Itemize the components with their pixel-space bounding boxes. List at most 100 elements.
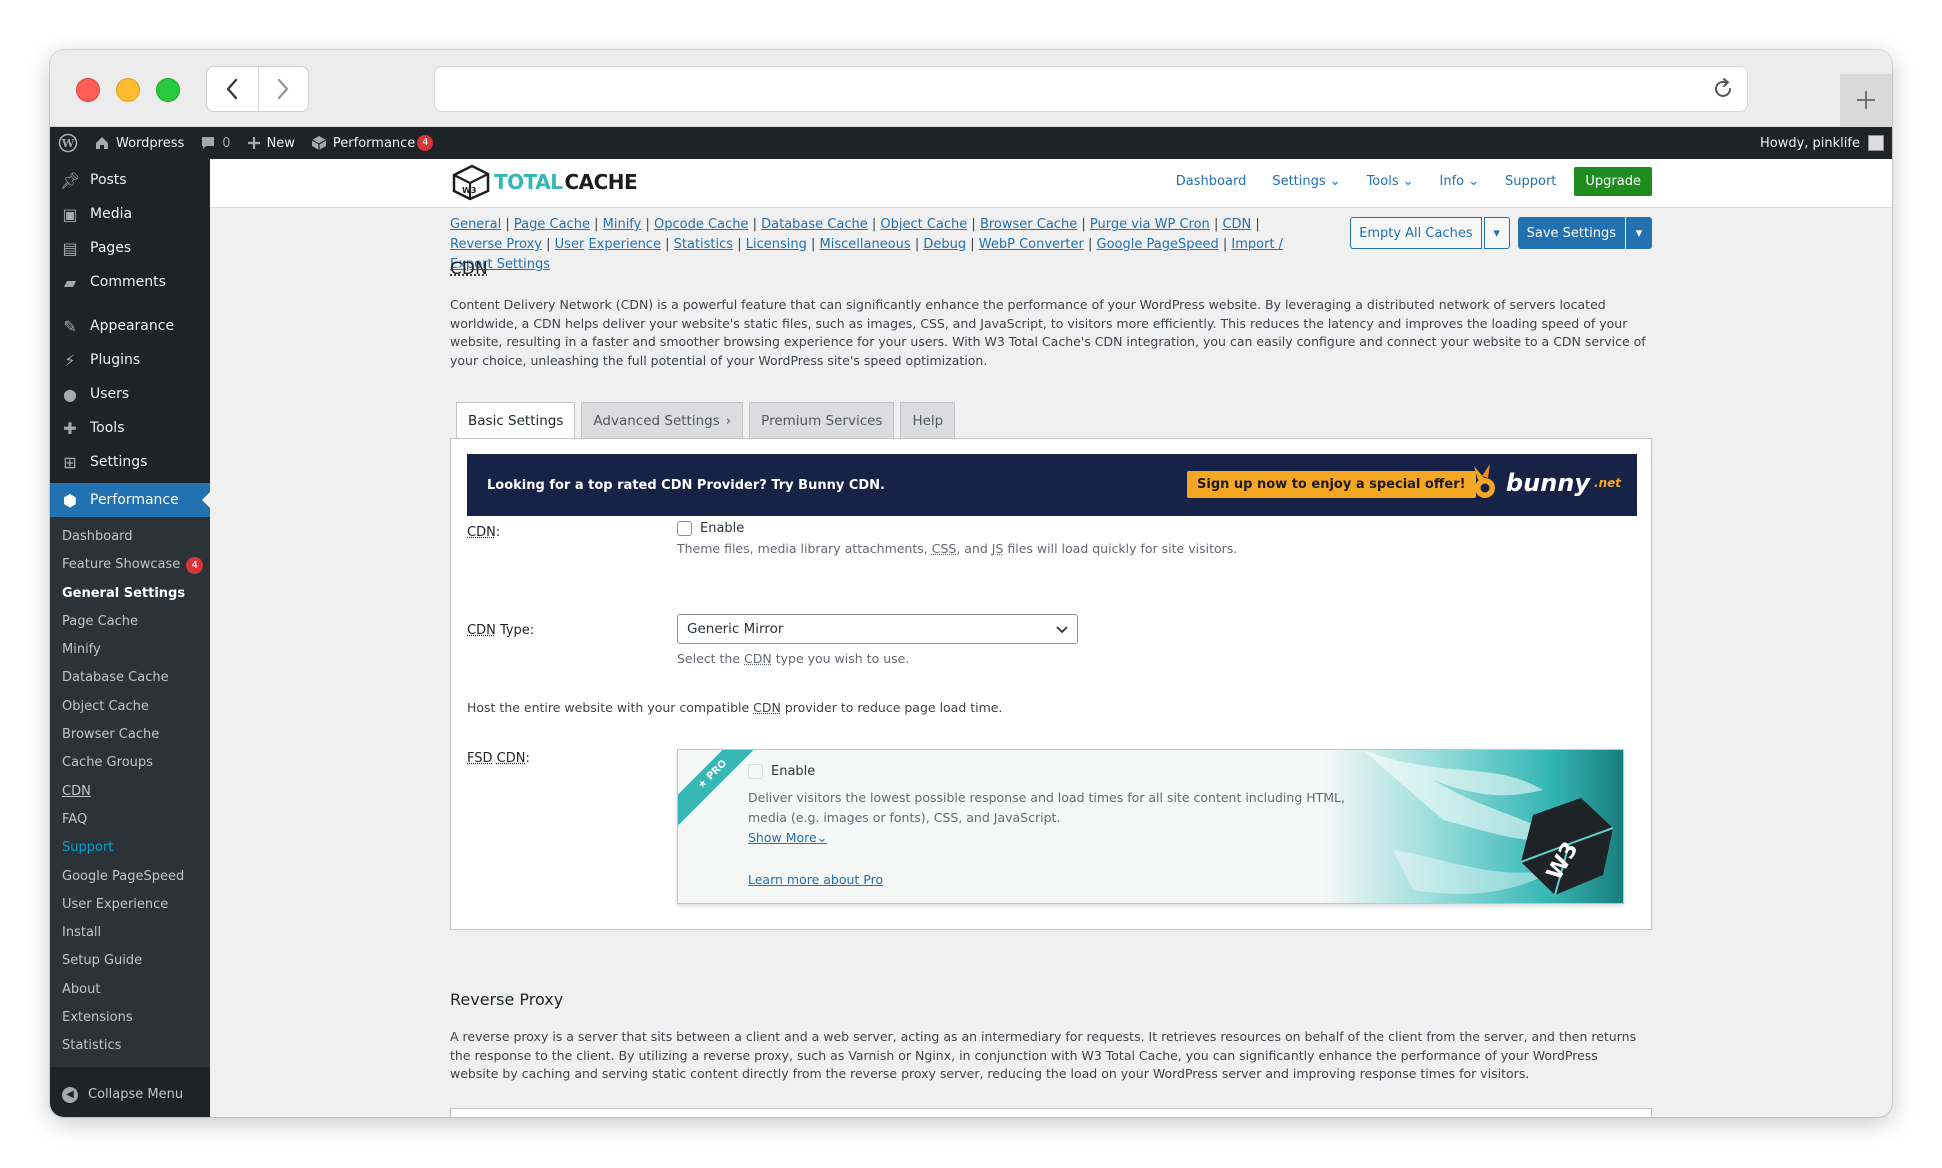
site-name-menu[interactable]: Wordpress (86, 127, 192, 159)
upgrade-button[interactable]: Upgrade (1574, 167, 1652, 196)
submenu-faq[interactable]: FAQ (50, 806, 210, 834)
submenu-about[interactable]: About (50, 976, 210, 1004)
submenu-page-cache[interactable]: Page Cache (50, 608, 210, 636)
chevron-down-icon (1055, 621, 1069, 641)
submenu-statistics[interactable]: Statistics (50, 1032, 210, 1060)
save-settings-dropdown-toggle[interactable]: ▾ (1626, 217, 1652, 249)
tab-basic-settings[interactable]: Basic Settings (456, 402, 576, 439)
nav-tools[interactable]: Tools ⌄ (1354, 174, 1427, 189)
chevron-down-icon: ⌄ (1468, 174, 1480, 189)
minimize-window-button[interactable] (116, 78, 140, 102)
link-user-experience-a[interactable]: User (555, 237, 585, 252)
caret-down-icon: ▾ (1635, 225, 1643, 241)
submenu-cache-groups[interactable]: Cache Groups (50, 749, 210, 777)
menu-item-performance[interactable]: ⬢ Performance (50, 483, 210, 517)
svg-text:W: W (61, 137, 75, 150)
page-actions: Empty All Caches ▾ Save Settings ▾ (1350, 217, 1652, 249)
menu-item-users[interactable]: ● Users (50, 377, 210, 411)
save-settings-button[interactable]: Save Settings (1517, 217, 1625, 249)
menu-item-comments[interactable]: ▰ Comments (50, 265, 210, 299)
reverse-proxy-heading: Reverse Proxy (450, 990, 564, 1009)
nav-info[interactable]: Info ⌄ (1427, 174, 1493, 189)
my-account-menu[interactable]: Howdy, pinklife (1760, 135, 1892, 151)
submenu-support[interactable]: Support (50, 834, 210, 862)
fsd-enable-checkbox[interactable] (748, 764, 763, 779)
settings-tabs: Basic Settings Advanced Settings › Premiu… (456, 402, 956, 439)
submenu-minify[interactable]: Minify (50, 636, 210, 664)
nav-settings[interactable]: Settings ⌄ (1259, 174, 1353, 189)
tab-help[interactable]: Help (900, 402, 956, 438)
wp-logo-menu[interactable]: W (50, 127, 86, 159)
submenu-install[interactable]: Install (50, 919, 210, 947)
collapse-arrow-icon: ◀ (62, 1086, 78, 1103)
cdn-enable-checkbox[interactable] (677, 521, 692, 536)
submenu-setup-guide[interactable]: Setup Guide (50, 947, 210, 975)
back-button[interactable] (207, 67, 258, 111)
svg-text:W3: W3 (462, 186, 476, 195)
link-licensing[interactable]: Licensing (746, 237, 807, 252)
browser-toolbar (50, 50, 1892, 127)
close-window-button[interactable] (76, 78, 100, 102)
tab-advanced-settings[interactable]: Advanced Settings › (581, 402, 744, 438)
address-bar[interactable] (434, 66, 1748, 112)
submenu-object-cache[interactable]: Object Cache (50, 693, 210, 721)
zoom-window-button[interactable] (156, 78, 180, 102)
collapse-menu-button[interactable]: ◀ Collapse Menu (50, 1075, 210, 1115)
link-user-experience-b[interactable]: Experience (588, 237, 661, 252)
link-miscellaneous[interactable]: Miscellaneous (820, 237, 911, 252)
link-purge-via-wp-cron[interactable]: Purge via WP Cron (1090, 217, 1210, 232)
submenu-dashboard[interactable]: Dashboard (50, 523, 210, 551)
link-webp-converter[interactable]: WebP Converter (979, 237, 1084, 252)
submenu-database-cache[interactable]: Database Cache (50, 664, 210, 692)
learn-more-pro-link[interactable]: Learn more about Pro (748, 872, 883, 887)
performance-submenu: Dashboard Feature Showcase 4 General Sett… (50, 517, 210, 1067)
link-debug[interactable]: Debug (923, 237, 966, 252)
fsd-enable-label: Enable (771, 764, 816, 779)
plugin-icon: ⚡︎ (64, 350, 76, 370)
w3-cube-icon (311, 136, 327, 150)
link-object-cache[interactable]: Object Cache (880, 217, 967, 232)
show-more-link[interactable]: Show More⌄ (748, 830, 827, 845)
submenu-feature-showcase[interactable]: Feature Showcase 4 (50, 551, 210, 579)
w3-flame-cube-art: W3 (1323, 750, 1623, 903)
menu-item-plugins[interactable]: ⚡︎ Plugins (50, 343, 210, 377)
link-page-cache[interactable]: Page Cache (514, 217, 590, 232)
performance-menu[interactable]: Performance 4 (303, 127, 441, 159)
submenu-general-settings[interactable]: General Settings (50, 580, 210, 608)
submenu-google-pagespeed[interactable]: Google PageSpeed (50, 863, 210, 891)
new-label: New (266, 135, 295, 151)
new-content-menu[interactable]: New (239, 127, 303, 159)
cdn-type-select[interactable]: Generic Mirror (677, 614, 1078, 644)
empty-all-caches-button[interactable]: Empty All Caches (1350, 217, 1482, 249)
link-google-pagespeed[interactable]: Google PageSpeed (1097, 237, 1219, 252)
submenu-extensions[interactable]: Extensions (50, 1004, 210, 1032)
link-opcode-cache[interactable]: Opcode Cache (654, 217, 748, 232)
menu-item-posts[interactable]: 📌︎ Posts (50, 163, 210, 197)
menu-item-pages[interactable]: ▤ Pages (50, 231, 210, 265)
menu-item-settings[interactable]: ⊞ Settings (50, 445, 210, 479)
submenu-browser-cache[interactable]: Browser Cache (50, 721, 210, 749)
submenu-user-experience[interactable]: User Experience (50, 891, 210, 919)
link-general[interactable]: General (450, 217, 501, 232)
forward-button[interactable] (257, 67, 309, 111)
empty-caches-dropdown-toggle[interactable]: ▾ (1483, 217, 1510, 249)
reload-icon[interactable] (1711, 77, 1735, 105)
link-statistics[interactable]: Statistics (674, 237, 733, 252)
menu-item-media[interactable]: ▣ Media (50, 197, 210, 231)
nav-support[interactable]: Support (1492, 174, 1569, 189)
link-minify[interactable]: Minify (603, 217, 642, 232)
link-reverse-proxy[interactable]: Reverse Proxy (450, 237, 542, 252)
bunny-signup-button[interactable]: Sign up now to enjoy a special offer! (1187, 471, 1476, 498)
new-tab-button[interactable] (1840, 74, 1892, 126)
brush-icon: ✎ (63, 316, 77, 336)
link-browser-cache[interactable]: Browser Cache (980, 217, 1077, 232)
nav-dashboard[interactable]: Dashboard (1163, 174, 1260, 189)
submenu-cdn[interactable]: CDN (50, 778, 210, 806)
comments-menu[interactable]: 0 (192, 127, 238, 159)
link-database-cache[interactable]: Database Cache (761, 217, 868, 232)
tab-premium-services[interactable]: Premium Services (749, 402, 895, 438)
menu-item-appearance[interactable]: ✎ Appearance (50, 309, 210, 343)
menu-item-tools[interactable]: ✚ Tools (50, 411, 210, 445)
link-cdn[interactable]: CDN (1222, 217, 1251, 232)
cdn-description: Theme files, media library attachments, … (677, 541, 1238, 556)
